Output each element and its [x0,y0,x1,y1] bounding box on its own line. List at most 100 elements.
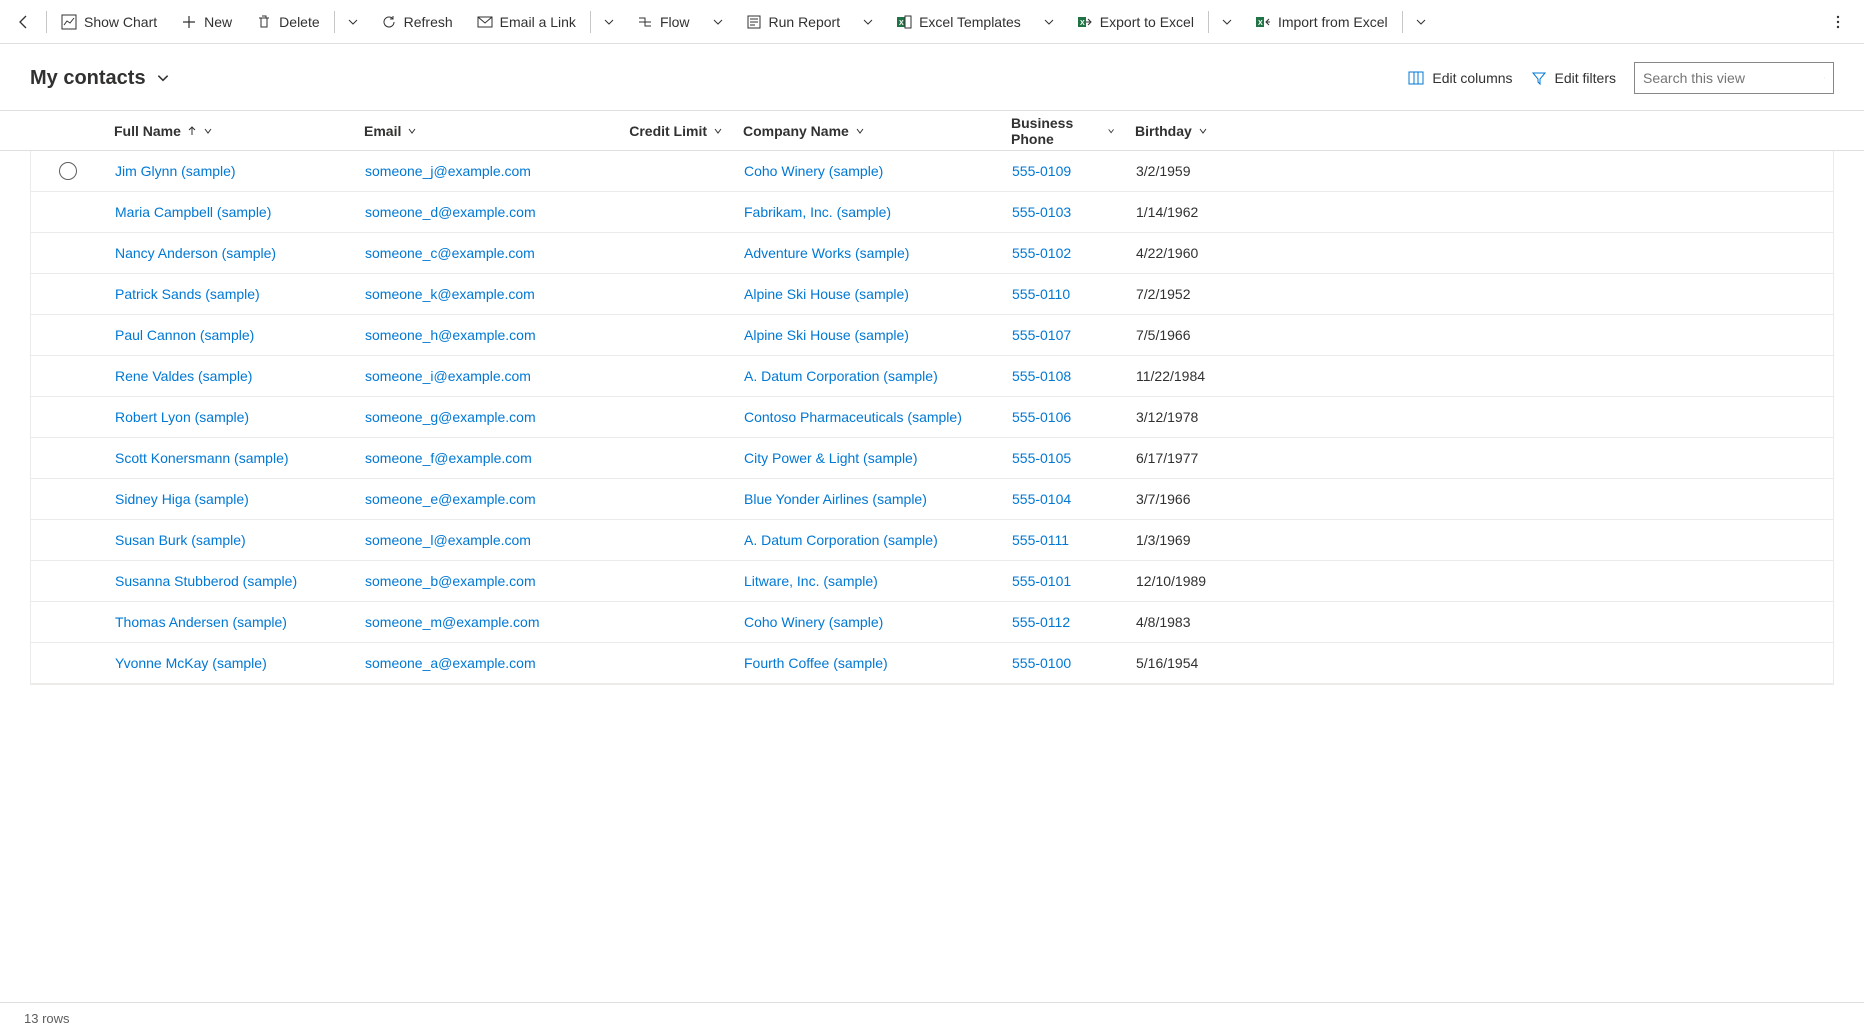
table-row[interactable]: Jim Glynn (sample) someone_j@example.com C… [31,151,1833,192]
company-link[interactable]: Fourth Coffee (sample) [744,655,888,671]
excel-templates-dropdown[interactable] [1033,0,1065,43]
table-row[interactable]: Rene Valdes (sample) someone_i@example.co… [31,356,1833,397]
export-excel-button[interactable]: X Export to Excel [1065,0,1206,43]
fullname-link[interactable]: Sidney Higa (sample) [115,491,249,507]
table-row[interactable]: Susan Burk (sample) someone_l@example.com… [31,520,1833,561]
row-selector[interactable] [31,162,105,180]
email-link[interactable]: someone_g@example.com [365,409,536,425]
fullname-link[interactable]: Susan Burk (sample) [115,532,246,548]
phone-link[interactable]: 555-0110 [1012,286,1070,302]
phone-link[interactable]: 555-0111 [1012,532,1069,548]
phone-link[interactable]: 555-0109 [1012,163,1071,179]
company-link[interactable]: City Power & Light (sample) [744,450,918,466]
view-selector[interactable]: My contacts [30,67,170,90]
company-link[interactable]: Alpine Ski House (sample) [744,286,909,302]
email-link[interactable]: someone_h@example.com [365,327,536,343]
email-link[interactable]: someone_f@example.com [365,450,532,466]
edit-columns-button[interactable]: Edit columns [1408,70,1512,86]
email-link[interactable]: someone_j@example.com [365,163,531,179]
search-box[interactable] [1634,62,1834,94]
overflow-menu-button[interactable] [1816,0,1860,43]
table-row[interactable]: Nancy Anderson (sample) someone_c@example… [31,233,1833,274]
run-report-button[interactable]: Run Report [734,0,853,43]
company-link[interactable]: Coho Winery (sample) [744,163,883,179]
company-link[interactable]: Coho Winery (sample) [744,614,883,630]
phone-link[interactable]: 555-0112 [1012,614,1070,630]
company-link[interactable]: Fabrikam, Inc. (sample) [744,204,891,220]
phone-link[interactable]: 555-0103 [1012,204,1071,220]
table-row[interactable]: Robert Lyon (sample) someone_g@example.co… [31,397,1833,438]
search-input[interactable] [1643,70,1824,86]
company-link[interactable]: A. Datum Corporation (sample) [744,532,938,548]
run-report-dropdown[interactable] [852,0,884,43]
delete-dropdown[interactable] [337,0,369,43]
fullname-link[interactable]: Patrick Sands (sample) [115,286,260,302]
back-arrow-icon [16,14,32,30]
company-link[interactable]: Litware, Inc. (sample) [744,573,878,589]
chevron-down-icon [156,71,170,85]
table-row[interactable]: Paul Cannon (sample) someone_h@example.co… [31,315,1833,356]
email-link-dropdown[interactable] [593,0,625,43]
table-row[interactable]: Yvonne McKay (sample) someone_a@example.c… [31,643,1833,684]
fullname-link[interactable]: Paul Cannon (sample) [115,327,254,343]
fullname-link[interactable]: Maria Campbell (sample) [115,204,271,220]
table-row[interactable]: Scott Konersmann (sample) someone_f@examp… [31,438,1833,479]
phone-link[interactable]: 555-0100 [1012,655,1071,671]
fullname-link[interactable]: Nancy Anderson (sample) [115,245,276,261]
email-link[interactable]: someone_e@example.com [365,491,536,507]
flow-dropdown[interactable] [702,0,734,43]
edit-filters-button[interactable]: Edit filters [1531,70,1616,86]
import-excel-button[interactable]: X Import from Excel [1243,0,1400,43]
import-excel-dropdown[interactable] [1405,0,1437,43]
divider [590,11,591,33]
fullname-link[interactable]: Susanna Stubberod (sample) [115,573,297,589]
column-header-fullname[interactable]: Full Name [104,123,354,139]
excel-templates-button[interactable]: X Excel Templates [884,0,1033,43]
company-link[interactable]: A. Datum Corporation (sample) [744,368,938,384]
phone-link[interactable]: 555-0105 [1012,450,1071,466]
export-excel-dropdown[interactable] [1211,0,1243,43]
show-chart-button[interactable]: Show Chart [49,0,169,43]
row-radio[interactable] [59,162,77,180]
email-link-button[interactable]: Email a Link [465,0,588,43]
table-row[interactable]: Susanna Stubberod (sample) someone_b@exam… [31,561,1833,602]
fullname-link[interactable]: Scott Konersmann (sample) [115,450,289,466]
email-link[interactable]: someone_a@example.com [365,655,536,671]
table-row[interactable]: Thomas Andersen (sample) someone_m@exampl… [31,602,1833,643]
column-header-birthday[interactable]: Birthday [1125,123,1305,139]
email-link[interactable]: someone_c@example.com [365,245,535,261]
table-row[interactable]: Sidney Higa (sample) someone_e@example.co… [31,479,1833,520]
email-link[interactable]: someone_l@example.com [365,532,531,548]
company-link[interactable]: Alpine Ski House (sample) [744,327,909,343]
table-row[interactable]: Maria Campbell (sample) someone_d@example… [31,192,1833,233]
fullname-link[interactable]: Thomas Andersen (sample) [115,614,287,630]
column-header-phone[interactable]: Business Phone [1001,115,1125,147]
phone-link[interactable]: 555-0106 [1012,409,1071,425]
new-button[interactable]: New [169,0,244,43]
email-link[interactable]: someone_m@example.com [365,614,540,630]
email-link[interactable]: someone_k@example.com [365,286,535,302]
phone-link[interactable]: 555-0107 [1012,327,1071,343]
refresh-button[interactable]: Refresh [369,0,465,43]
column-header-company[interactable]: Company Name [733,123,1001,139]
phone-link[interactable]: 555-0104 [1012,491,1071,507]
column-header-credit-limit[interactable]: Credit Limit [576,123,733,139]
company-link[interactable]: Adventure Works (sample) [744,245,909,261]
table-row[interactable]: Patrick Sands (sample) someone_k@example.… [31,274,1833,315]
fullname-link[interactable]: Rene Valdes (sample) [115,368,252,384]
company-link[interactable]: Blue Yonder Airlines (sample) [744,491,927,507]
delete-button[interactable]: Delete [244,0,331,43]
email-link[interactable]: someone_b@example.com [365,573,536,589]
email-link[interactable]: someone_i@example.com [365,368,531,384]
fullname-link[interactable]: Robert Lyon (sample) [115,409,249,425]
phone-link[interactable]: 555-0102 [1012,245,1071,261]
column-header-email[interactable]: Email [354,123,576,139]
flow-button[interactable]: Flow [625,0,702,43]
email-link[interactable]: someone_d@example.com [365,204,536,220]
back-button[interactable] [4,0,44,43]
fullname-link[interactable]: Jim Glynn (sample) [115,163,236,179]
phone-link[interactable]: 555-0101 [1012,573,1071,589]
fullname-link[interactable]: Yvonne McKay (sample) [115,655,267,671]
phone-link[interactable]: 555-0108 [1012,368,1071,384]
company-link[interactable]: Contoso Pharmaceuticals (sample) [744,409,962,425]
